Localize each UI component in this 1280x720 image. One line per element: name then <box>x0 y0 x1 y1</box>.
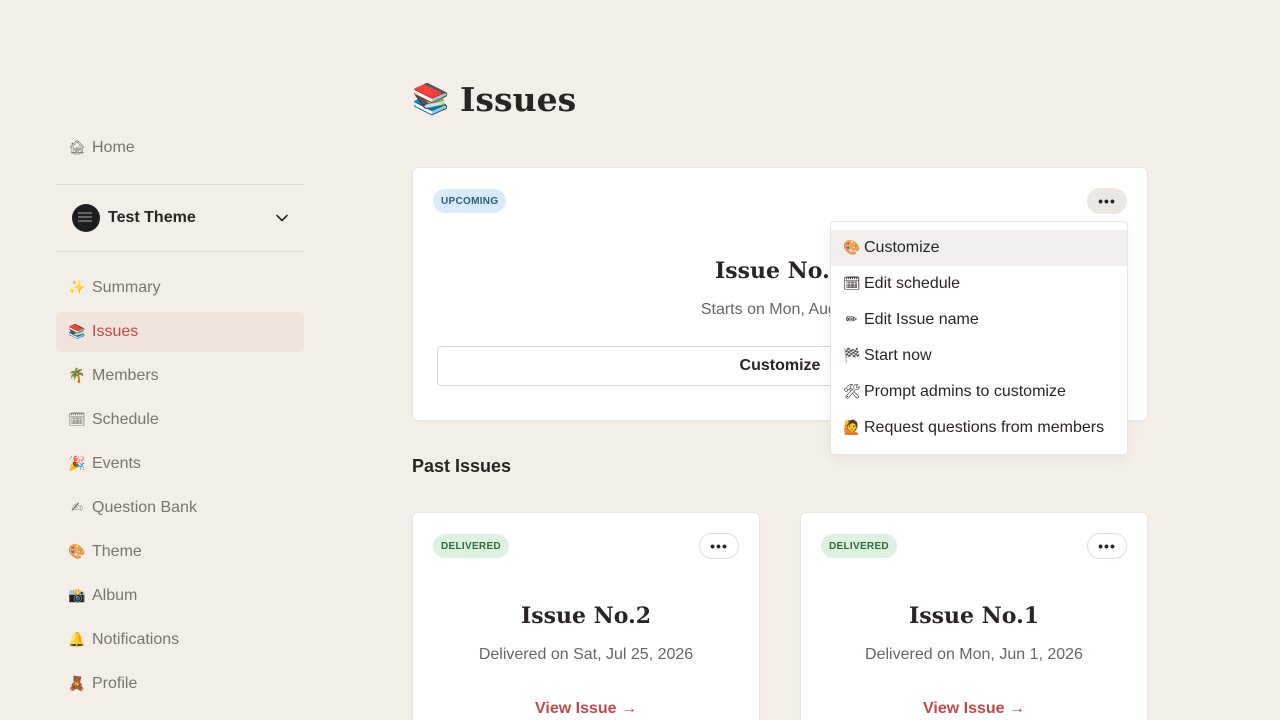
page-title-text: Issues <box>460 80 577 119</box>
nav-item-label: Events <box>92 455 141 472</box>
nav-item-label: Summary <box>92 279 161 296</box>
theme-name: Test Theme <box>108 209 196 226</box>
menu-item-edit-schedule[interactable]: 🗓 Edit schedule <box>831 266 1127 302</box>
teddy-bear-icon: 🧸 <box>68 676 86 692</box>
nav-item-members[interactable]: 🌴 Members <box>56 356 304 396</box>
books-icon: 📚 <box>412 82 450 117</box>
palm-tree-icon: 🌴 <box>68 368 86 384</box>
status-badge: DELIVERED <box>433 534 509 558</box>
menu-item-label: Edit schedule <box>864 275 961 292</box>
page-title: 📚 Issues <box>412 80 576 119</box>
nav-list: ✨ Summary 📚 Issues 🌴 Members 🗓 Schedule … <box>56 252 304 704</box>
house-icon: 🏚 <box>68 140 86 156</box>
nav-item-events[interactable]: 🎉 Events <box>56 444 304 484</box>
palette-icon: 🎨 <box>68 544 86 560</box>
nav-item-label: Theme <box>92 543 142 560</box>
nav-item-label: Notifications <box>92 631 180 648</box>
issue-options-menu: 🎨 Customize 🗓 Edit schedule ✏ Edit Issue… <box>830 221 1128 455</box>
issue-title: Issue No.1 <box>908 603 1040 629</box>
more-icon: ••• <box>1098 538 1116 554</box>
party-popper-icon: 🎉 <box>68 456 86 472</box>
theme-switcher[interactable]: Test Theme <box>56 185 304 251</box>
books-icon: 📚 <box>68 324 86 340</box>
issue-delivered-date: Delivered on Sat, Jul 25, 2026 <box>478 646 694 663</box>
menu-item-label: Edit Issue name <box>864 311 979 328</box>
past-issues-heading: Past Issues <box>412 456 512 476</box>
calendar-icon: 🗓 <box>68 412 86 428</box>
more-icon: ••• <box>710 538 728 554</box>
camera-flash-icon: 📸 <box>68 588 86 604</box>
theme-avatar <box>72 204 100 232</box>
menu-item-start-now[interactable]: 🏁 Start now <box>831 338 1127 374</box>
nav-item-profile[interactable]: 🧸 Profile <box>56 664 304 704</box>
status-badge: DELIVERED <box>821 534 897 558</box>
past-issue-card: DELIVERED ••• Issue No.2 Delivered on Sa… <box>412 512 760 720</box>
nav-item-summary[interactable]: ✨ Summary <box>56 268 304 308</box>
more-options-button[interactable]: ••• <box>699 533 739 559</box>
calendar-icon: 🗓 <box>843 276 861 292</box>
tools-icon: 🛠 <box>843 384 861 400</box>
issue-title: Issue No.2 <box>520 603 652 629</box>
menu-item-label: Customize <box>864 239 940 256</box>
nav-item-schedule[interactable]: 🗓 Schedule <box>56 400 304 440</box>
nav-item-question-bank[interactable]: ✍ Question Bank <box>56 488 304 528</box>
status-badge: UPCOMING <box>433 189 507 213</box>
raising-hand-icon: 🙋 <box>843 420 861 436</box>
bell-icon: 🔔 <box>68 632 86 648</box>
menu-item-prompt-admins[interactable]: 🛠 Prompt admins to customize <box>831 374 1127 410</box>
menu-item-edit-issue-name[interactable]: ✏ Edit Issue name <box>831 302 1127 338</box>
more-icon: ••• <box>1098 193 1116 209</box>
nav-item-label: Profile <box>92 675 138 692</box>
nav-item-label: Schedule <box>92 411 159 428</box>
nav-item-album[interactable]: 📸 Album <box>56 576 304 616</box>
pencil-icon: ✏ <box>845 312 858 328</box>
nav-item-label: Album <box>92 587 138 604</box>
more-options-button[interactable]: ••• <box>1087 188 1127 214</box>
nav-item-label: Home <box>92 139 135 156</box>
view-issue-link[interactable]: View Issue → <box>801 700 1147 718</box>
view-issue-link[interactable]: View Issue → <box>413 700 759 718</box>
nav-item-label: Issues <box>92 323 139 340</box>
menu-item-label: Start now <box>864 347 932 364</box>
nav-item-home[interactable]: 🏚 Home <box>56 126 304 170</box>
writing-hand-icon: ✍ <box>71 500 83 516</box>
issue-delivered-date: Delivered on Mon, Jun 1, 2026 <box>865 646 1083 663</box>
checkered-flag-icon: 🏁 <box>843 348 861 364</box>
sparkles-icon: ✨ <box>68 280 86 296</box>
nav-item-notifications[interactable]: 🔔 Notifications <box>56 620 304 660</box>
menu-item-customize[interactable]: 🎨 Customize <box>831 230 1127 266</box>
palette-icon: 🎨 <box>843 240 861 256</box>
nav-item-label: Members <box>92 367 159 384</box>
chevron-down-icon <box>276 211 288 225</box>
sidebar: 🏚 Home Test Theme ✨ Summary 📚 Issues 🌴 M… <box>56 126 304 708</box>
menu-item-request-questions[interactable]: 🙋 Request questions from members <box>831 410 1127 446</box>
nav-item-issues[interactable]: 📚 Issues <box>56 312 304 352</box>
nav-item-label: Question Bank <box>92 499 197 516</box>
menu-item-label: Request questions from members <box>864 419 1105 436</box>
more-options-button[interactable]: ••• <box>1087 533 1127 559</box>
nav-item-theme[interactable]: 🎨 Theme <box>56 532 304 572</box>
past-issue-card: DELIVERED ••• Issue No.1 Delivered on Mo… <box>800 512 1148 720</box>
menu-item-label: Prompt admins to customize <box>864 383 1066 400</box>
